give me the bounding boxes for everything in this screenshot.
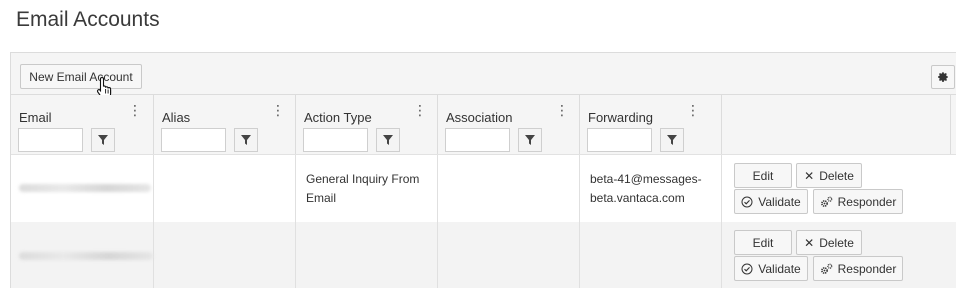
column-header-association[interactable]: Association ⋮ <box>438 95 580 154</box>
kebab-menu-icon[interactable]: ⋮ <box>128 103 142 117</box>
validate-label: Validate <box>758 194 801 209</box>
validate-button[interactable]: Validate <box>734 256 808 281</box>
action-type-filter-button[interactable] <box>376 128 400 152</box>
cogs-icon <box>820 263 833 275</box>
email-accounts-grid: New Email Account Email ⋮ Alias ⋮ Action… <box>10 52 956 288</box>
gear-icon <box>938 72 948 82</box>
table-row[interactable]: Edit ✕ Delete Validate Responder <box>11 222 956 288</box>
edit-button[interactable]: Edit <box>734 230 792 255</box>
grid-settings-button[interactable] <box>931 65 955 89</box>
filter-icon <box>525 135 535 145</box>
forwarding-text: beta.vantaca.com <box>590 191 685 205</box>
commands-cell: Edit ✕ Delete Validate Responder <box>722 155 951 222</box>
grid-header-row: Email ⋮ Alias ⋮ Action Type ⋮ Associatio… <box>11 95 956 155</box>
association-cell <box>438 155 580 222</box>
responder-button[interactable]: Responder <box>813 256 903 281</box>
alias-cell <box>154 155 296 222</box>
column-title-forwarding: Forwarding <box>588 110 654 125</box>
column-header-forwarding[interactable]: Forwarding ⋮ <box>580 95 722 154</box>
forwarding-filter-input[interactable] <box>587 128 652 152</box>
validate-label: Validate <box>758 261 801 276</box>
redacted-email <box>19 252 153 260</box>
responder-label: Responder <box>837 194 897 209</box>
delete-label: Delete <box>819 168 854 183</box>
alias-filter-input[interactable] <box>161 128 226 152</box>
forwarding-text: beta-41@messages- <box>590 172 702 186</box>
edit-label: Edit <box>752 168 774 183</box>
table-row[interactable]: General Inquiry From Email beta-41@messa… <box>11 155 956 222</box>
kebab-menu-icon[interactable]: ⋮ <box>686 103 700 117</box>
delete-button[interactable]: ✕ Delete <box>796 163 862 188</box>
column-header-email[interactable]: Email ⋮ <box>11 95 154 154</box>
column-title-association: Association <box>446 110 513 125</box>
alias-cell <box>154 222 296 288</box>
column-header-alias[interactable]: Alias ⋮ <box>154 95 296 154</box>
forwarding-cell <box>580 222 722 288</box>
close-icon: ✕ <box>804 168 815 183</box>
column-header-commands <box>722 95 951 154</box>
alias-filter-button[interactable] <box>234 128 258 152</box>
filter-icon <box>667 135 677 145</box>
close-icon: ✕ <box>804 235 815 250</box>
forwarding-cell: beta-41@messages- beta.vantaca.com <box>580 155 722 222</box>
action-type-text: General Inquiry From <box>306 172 420 186</box>
kebab-menu-icon[interactable]: ⋮ <box>413 103 427 117</box>
filter-icon <box>98 135 108 145</box>
association-cell <box>438 222 580 288</box>
validate-button[interactable]: Validate <box>734 189 808 214</box>
delete-label: Delete <box>819 235 854 250</box>
email-filter-input[interactable] <box>18 128 83 152</box>
column-title-alias: Alias <box>162 110 191 125</box>
delete-button[interactable]: ✕ Delete <box>796 230 862 255</box>
column-header-action-type[interactable]: Action Type ⋮ <box>296 95 438 154</box>
redacted-email <box>19 184 151 192</box>
kebab-menu-icon[interactable]: ⋮ <box>555 103 569 117</box>
action-type-text: Email <box>306 191 337 205</box>
responder-button[interactable]: Responder <box>813 189 903 214</box>
forwarding-filter-button[interactable] <box>660 128 684 152</box>
new-email-account-button[interactable]: New Email Account <box>20 64 142 89</box>
edit-label: Edit <box>752 235 774 250</box>
association-filter-button[interactable] <box>518 128 542 152</box>
edit-button[interactable]: Edit <box>734 163 792 188</box>
email-filter-button[interactable] <box>91 128 115 152</box>
responder-label: Responder <box>837 261 897 276</box>
filter-icon <box>383 135 393 145</box>
association-filter-input[interactable] <box>445 128 510 152</box>
email-cell <box>11 222 154 288</box>
kebab-menu-icon[interactable]: ⋮ <box>271 103 285 117</box>
action-type-cell: General Inquiry From Email <box>296 155 438 222</box>
action-type-cell <box>296 222 438 288</box>
check-circle-icon <box>741 263 753 275</box>
action-type-filter-input[interactable] <box>303 128 368 152</box>
cogs-icon <box>820 196 833 208</box>
filter-icon <box>241 135 251 145</box>
grid-toolbar: New Email Account <box>11 53 956 100</box>
column-title-action-type: Action Type <box>304 110 372 125</box>
email-cell <box>11 155 154 222</box>
column-title-email: Email <box>19 110 52 125</box>
commands-cell: Edit ✕ Delete Validate Responder <box>722 222 951 288</box>
check-circle-icon <box>741 196 753 208</box>
page-title: Email Accounts <box>16 8 160 31</box>
